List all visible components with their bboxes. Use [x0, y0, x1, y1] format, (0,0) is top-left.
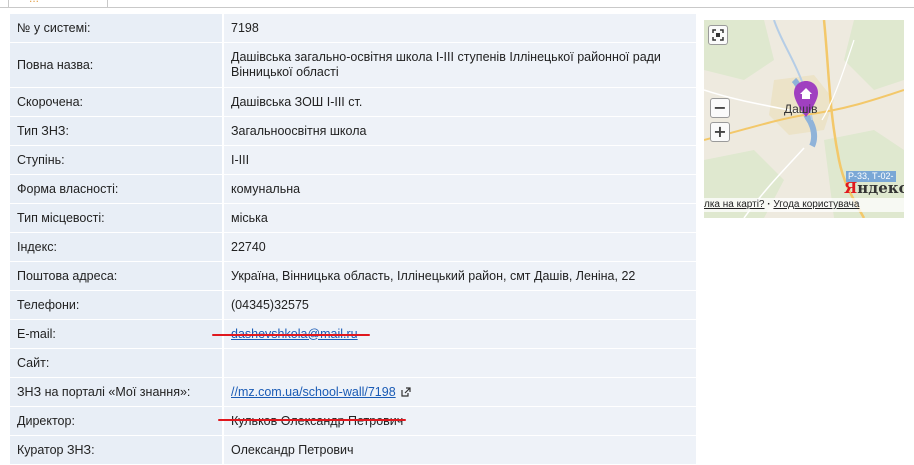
row-value-website — [222, 349, 696, 378]
row-label: Поштова адреса: — [10, 262, 222, 291]
zoom-out-button[interactable]: − — [710, 98, 730, 118]
table-row: № у системі: 7198 — [10, 14, 696, 43]
row-label: № у системі: — [10, 14, 222, 43]
row-value-full-name: Дашівська загально-освітня школа І-ІІІ с… — [222, 43, 696, 88]
director-annotation-underline — [218, 419, 406, 421]
tab-info-label: ... — [29, 0, 39, 5]
row-value-locality-type: міська — [222, 204, 696, 233]
row-label: Сайт: — [10, 349, 222, 378]
table-row: ЗНЗ на порталі «Мої знання»: //mz.com.ua… — [10, 378, 696, 407]
table-row: Директор: Кульков Олександр Петрович — [10, 407, 696, 436]
table-row: Тип ЗНЗ: Загальноосвітня школа — [10, 117, 696, 146]
row-label: E-mail: — [10, 320, 222, 349]
row-label: Повна назва: — [10, 43, 222, 88]
row-label: ЗНЗ на порталі «Мої знання»: — [10, 378, 222, 407]
row-value-school-type: Загальноосвітня школа — [222, 117, 696, 146]
map-footer: лка на карті? · Угода користувача — [704, 198, 904, 212]
table-row: Телефони: (04345)32575 — [10, 291, 696, 320]
row-value-level: І-ІІІ — [222, 146, 696, 175]
terms-of-use-link[interactable]: Угода користувача — [773, 199, 859, 210]
row-value-curator: Олександр Петрович — [222, 436, 696, 465]
row-value-id: 7198 — [222, 14, 696, 43]
row-label: Куратор ЗНЗ: — [10, 436, 222, 465]
email-annotation-underline — [212, 334, 370, 336]
report-map-error-link[interactable]: лка на карті? — [704, 199, 765, 210]
row-label: Тип ЗНЗ: — [10, 117, 222, 146]
location-map[interactable]: − + Дашів Р-33, Т-02- Яндекс лка на карт… — [704, 20, 904, 218]
yandex-logo: Яндекс — [844, 179, 904, 197]
table-row: Куратор ЗНЗ: Олександр Петрович — [10, 436, 696, 465]
zoom-in-button[interactable]: + — [710, 122, 730, 142]
external-link-icon[interactable] — [401, 386, 411, 397]
row-label: Телефони: — [10, 291, 222, 320]
top-tab-strip: ... — [0, 0, 914, 8]
table-row: Сайт: — [10, 349, 696, 378]
row-value-short-name: Дашівська ЗОШ І-ІІІ ст. — [222, 88, 696, 117]
row-value-director: Кульков Олександр Петрович — [222, 407, 696, 436]
row-label: Форма власності: — [10, 175, 222, 204]
row-value-address: Україна, Вінницька область, Іллінецький … — [222, 262, 696, 291]
table-row: Форма власності: комунальна — [10, 175, 696, 204]
fullscreen-icon — [712, 29, 724, 41]
row-label: Ступінь: — [10, 146, 222, 175]
row-value-phone: (04345)32575 — [222, 291, 696, 320]
table-row: Ступінь: І-ІІІ — [10, 146, 696, 175]
table-row: Індекс: 22740 — [10, 233, 696, 262]
table-row: Поштова адреса: Україна, Вінницька облас… — [10, 262, 696, 291]
table-row: Повна назва: Дашівська загально-освітня … — [10, 43, 696, 88]
portal-link[interactable]: //mz.com.ua/school-wall/7198 — [231, 385, 396, 399]
row-value-ownership: комунальна — [222, 175, 696, 204]
school-info-table: № у системі: 7198 Повна назва: Дашівська… — [10, 14, 696, 465]
table-row: Скорочена: Дашівська ЗОШ І-ІІІ ст. — [10, 88, 696, 117]
row-value-postal-index: 22740 — [222, 233, 696, 262]
tab-info[interactable]: ... — [8, 0, 108, 7]
fullscreen-button[interactable] — [708, 25, 728, 45]
row-label: Тип місцевості: — [10, 204, 222, 233]
row-value-portal: //mz.com.ua/school-wall/7198 — [222, 378, 696, 407]
table-row: Тип місцевості: міська — [10, 204, 696, 233]
tab-strip-border — [0, 7, 914, 8]
row-label: Індекс: — [10, 233, 222, 262]
row-label: Скорочена: — [10, 88, 222, 117]
map-city-label: Дашів — [784, 102, 818, 116]
row-label: Директор: — [10, 407, 222, 436]
